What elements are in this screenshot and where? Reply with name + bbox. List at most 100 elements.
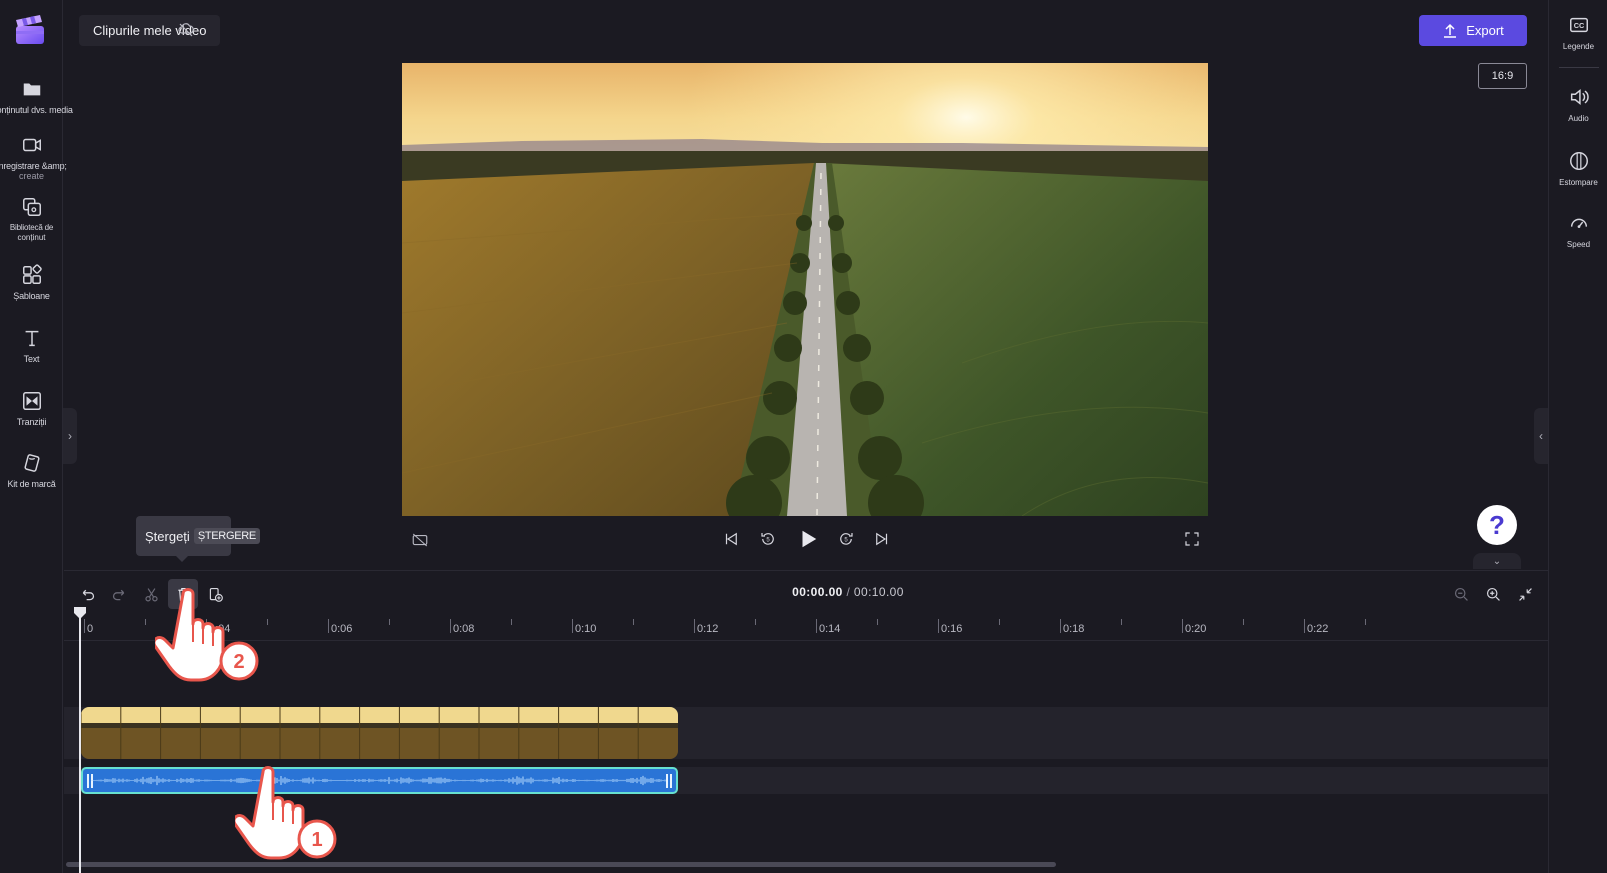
speaker-icon [1570,89,1589,105]
ruler-label: 0:10 [575,623,597,635]
content-library-icon [22,198,41,216]
ruler-minor-tick [877,619,878,625]
ruler-minor-tick [999,619,1000,625]
export-button[interactable]: Export [1419,15,1527,46]
chevron-down-icon: ⌄ [1492,555,1502,567]
sidebar-item-label: Tranziții [16,417,47,427]
sidebar-item-label: Înregistrare &amp; [0,161,67,171]
clip-thumbnail [518,707,559,759]
skip-to-start-button[interactable] [719,527,743,551]
forward-5-icon: 5 [840,533,853,545]
timeline-horizontal-scrollbar[interactable] [66,862,1056,867]
sidebar-item-label: Conținutul dvs. media [0,105,73,115]
left-sidebar: Conținutul dvs. media Înregistrare &amp;… [0,0,73,873]
sidebar-item-text[interactable]: Text [0,327,63,364]
video-clip-thumbnails [81,707,678,759]
tooltip-text: Ștergeți [145,528,190,544]
hand-pointer-icon: 2 [155,588,259,682]
right-rail-divider [1559,67,1599,68]
playhead[interactable] [79,612,81,873]
right-item-speed[interactable]: Speed [1549,212,1607,249]
chevron-left-icon: ‹ [1539,429,1543,443]
ruler-minor-tick [389,619,390,625]
collapse-help-button[interactable]: ⌄ [1473,553,1521,569]
ruler-label: 0:16 [941,623,963,635]
clip-thumbnail [279,707,320,759]
camera-icon [22,138,41,152]
fit-timeline-button[interactable] [1510,579,1540,609]
right-item-label: Speed [1566,240,1591,249]
rewind-5-button[interactable]: 5 [756,527,780,551]
aspect-ratio-button[interactable]: 16:9 [1478,63,1527,89]
sidebar-item-transitions[interactable]: Tranziții [0,390,63,427]
ruler-major-tick [1060,619,1061,633]
right-item-captions[interactable]: CC Legende [1549,14,1607,51]
skip-to-end-button[interactable] [870,527,894,551]
ruler-major-tick [694,619,695,633]
ruler-label: 0:14 [819,623,841,635]
app-window: Conținutul dvs. media Înregistrare &amp;… [0,0,1607,873]
help-label: ? [1489,509,1505,540]
audio-trim-handle-right[interactable] [666,774,672,788]
video-clip[interactable] [81,707,678,759]
ruler-minor-tick [1121,619,1122,625]
zoom-in-icon [1486,587,1500,601]
callout-step-1: 1 [311,829,322,851]
camera-off-icon [412,533,428,547]
help-button[interactable]: ? [1477,505,1517,545]
project-title-field[interactable]: Clipurile mele video [79,15,221,46]
chevron-right-icon: › [68,429,72,443]
svg-text:5: 5 [844,538,848,544]
ruler-major-tick [84,619,85,633]
collapse-left-panel-button[interactable]: › [63,408,77,464]
forward-5-button[interactable]: 5 [834,527,858,551]
redo-button[interactable] [104,579,134,609]
clip-thumbnail [637,707,678,759]
transitions-icon [22,392,41,410]
callout-step-2: 2 [233,651,244,673]
clip-thumbnail [438,707,479,759]
zoom-in-button[interactable] [1478,579,1508,609]
sidebar-item-brand-kit[interactable]: Kit de marcă [0,452,63,489]
ruler-label: 0:12 [697,623,719,635]
ruler-major-tick [328,619,329,633]
speed-icon [1570,218,1587,229]
right-item-label: Audio [1568,114,1589,123]
right-item-fade[interactable]: Estompare [1549,150,1607,187]
ruler-label: 0:18 [1063,623,1085,635]
clip-thumbnail [359,707,400,759]
ruler-major-tick [1304,619,1305,633]
clip-thumbnail [597,707,639,759]
ruler-label: 0:08 [453,623,475,635]
right-sidebar: CC Legende Audio Estompare Speed [1548,0,1607,873]
toggle-camera-button[interactable] [408,528,432,552]
clip-thumbnail [239,707,280,759]
right-item-audio[interactable]: Audio [1549,86,1607,123]
sidebar-item-content-library[interactable]: Bibliotecă de conținut [0,196,63,243]
undo-icon [82,589,94,600]
ruler-label: 0:22 [1307,623,1329,635]
play-button[interactable] [795,526,821,552]
time-separator: / [846,585,851,599]
clip-thumbnail [558,707,599,759]
video-preview[interactable] [402,63,1208,516]
folder-icon [23,83,40,96]
clip-thumbnail [199,707,241,759]
clip-thumbnail [398,707,440,759]
export-label: Export [1466,23,1504,38]
right-item-label: Legende [1562,42,1595,51]
sidebar-item-templates[interactable]: Șabloane [0,264,63,301]
templates-icon [22,264,42,284]
fullscreen-button[interactable] [1180,527,1204,551]
undo-button[interactable] [72,579,102,609]
collapse-right-panel-button[interactable]: ‹ [1534,408,1548,464]
fit-icon [1518,587,1532,601]
redo-icon [112,589,124,600]
zoom-out-button[interactable] [1446,579,1476,609]
sidebar-item-your-media[interactable]: Conținutul dvs. media [0,78,73,115]
timeline-ruler[interactable]: 00:040:060:080:100:120:140:160:180:200:2… [64,611,1548,641]
sidebar-item-label: Șabloane [13,291,50,301]
sidebar-item-record-create[interactable]: Înregistrare &amp; create [0,134,67,181]
audio-clip[interactable] [81,767,678,794]
ruler-major-tick [1182,619,1183,633]
